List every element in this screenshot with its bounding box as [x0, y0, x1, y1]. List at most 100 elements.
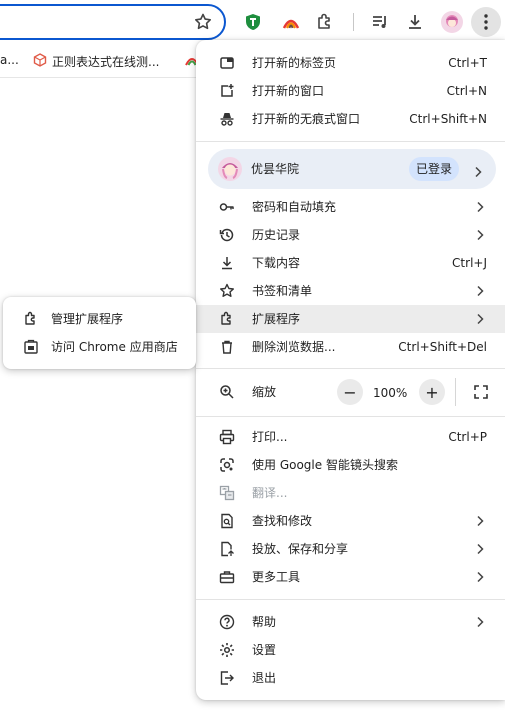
chevron-right-icon — [475, 313, 485, 325]
kebab-menu-icon[interactable] — [471, 7, 501, 37]
download-icon — [219, 255, 235, 271]
menu-divider — [196, 416, 505, 417]
menu-item-incognito[interactable]: 打开新的无痕式窗口 Ctrl+Shift+N — [196, 105, 505, 133]
lens-icon — [219, 457, 235, 473]
fullscreen-icon[interactable] — [468, 379, 494, 405]
bookmark-star-icon[interactable] — [191, 10, 215, 34]
menu-item-label: 更多工具 — [252, 570, 301, 584]
menu-item-label: 下载内容 — [252, 256, 301, 270]
chevron-right-icon — [473, 163, 483, 178]
bookmark-label: 正则表达式在线测... — [52, 55, 160, 69]
menu-item-label: 书签和清单 — [252, 284, 313, 298]
chevron-right-icon — [475, 616, 485, 628]
web-store-icon — [23, 339, 39, 355]
history-icon — [219, 227, 235, 243]
bookmark-item[interactable]: a... — [0, 53, 19, 67]
shortcut-label: Ctrl+Shift+Del — [398, 340, 487, 354]
bookmark-label: a... — [0, 53, 19, 67]
puzzle-icon — [219, 311, 235, 327]
help-icon — [219, 614, 235, 630]
chrome-menu: 打开新的标签页 Ctrl+T 打开新的窗口 Ctrl+N 打开新的无痕式窗口 C… — [196, 40, 505, 700]
menu-item-exit[interactable]: 退出 — [196, 664, 505, 692]
toolbox-icon — [219, 569, 235, 585]
printer-icon — [219, 429, 235, 445]
menu-item-help[interactable]: 帮助 — [196, 608, 505, 636]
submenu-item-manage-extensions[interactable]: 管理扩展程序 — [3, 305, 196, 333]
menu-item-label: 打开新的无痕式窗口 — [252, 112, 361, 126]
bookmark-favicon-icon — [33, 53, 47, 70]
shortcut-label: Ctrl+N — [446, 84, 487, 98]
chevron-right-icon — [475, 229, 485, 241]
share-page-icon — [219, 541, 235, 557]
find-page-icon — [219, 513, 235, 529]
submenu-item-chrome-web-store[interactable]: 访问 Chrome 应用商店 — [3, 333, 196, 361]
menu-item-history[interactable]: 历史记录 — [196, 221, 505, 249]
shortcut-label: Ctrl+J — [452, 256, 487, 270]
incognito-icon — [219, 111, 235, 127]
puzzle-icon — [23, 311, 39, 327]
menu-divider — [196, 599, 505, 600]
menu-item-label: 打开新的窗口 — [252, 84, 325, 98]
menu-item-print[interactable]: 打印... Ctrl+P — [196, 423, 505, 451]
menu-item-passwords[interactable]: 密码和自动填充 — [196, 193, 505, 221]
menu-item-new-window[interactable]: 打开新的窗口 Ctrl+N — [196, 77, 505, 105]
profile-avatar-icon[interactable] — [440, 10, 464, 34]
menu-item-google-lens[interactable]: 使用 Google 智能镜头搜索 — [196, 451, 505, 479]
zoom-separator — [455, 378, 456, 406]
menu-item-extensions[interactable]: 扩展程序 — [196, 305, 505, 333]
exit-icon — [219, 670, 235, 686]
shortcut-label: Ctrl+Shift+N — [409, 112, 487, 126]
menu-item-new-tab[interactable]: 打开新的标签页 Ctrl+T — [196, 49, 505, 77]
menu-divider — [196, 368, 505, 369]
menu-item-bookmarks[interactable]: 书签和清单 — [196, 277, 505, 305]
chevron-right-icon — [475, 201, 485, 213]
submenu-item-label: 访问 Chrome 应用商店 — [51, 340, 178, 354]
menu-item-clear-browsing-data[interactable]: 删除浏览数据... Ctrl+Shift+Del — [196, 333, 505, 361]
toolbar-separator — [353, 13, 354, 31]
browser-toolbar — [0, 0, 505, 44]
gear-icon — [219, 642, 235, 658]
menu-item-downloads[interactable]: 下载内容 Ctrl+J — [196, 249, 505, 277]
menu-item-label: 打印... — [252, 430, 288, 444]
new-window-icon — [219, 83, 235, 99]
chevron-right-icon — [475, 285, 485, 297]
rainbow-extension-icon[interactable] — [279, 10, 303, 34]
puzzle-extensions-icon[interactable] — [313, 10, 337, 34]
zoom-label: 缩放 — [252, 385, 277, 399]
menu-item-label: 使用 Google 智能镜头搜索 — [252, 458, 398, 472]
bookmark-item[interactable]: 正则表达式在线测... — [33, 53, 159, 70]
menu-item-label: 设置 — [252, 643, 277, 657]
menu-item-label: 翻译... — [252, 486, 288, 500]
menu-item-label: 删除浏览数据... — [252, 340, 336, 354]
star-icon — [219, 283, 235, 299]
menu-item-label: 投放、保存和分享 — [252, 542, 349, 556]
key-icon — [219, 199, 235, 215]
profile-name: 优昙华院 — [251, 162, 300, 176]
shortcut-label: Ctrl+T — [448, 56, 487, 70]
menu-item-label: 扩展程序 — [252, 312, 301, 326]
zoom-out-button[interactable]: − — [337, 379, 363, 405]
profile-row[interactable]: 优昙华院 已登录 — [208, 149, 496, 189]
menu-item-more-tools[interactable]: 更多工具 — [196, 563, 505, 591]
zoom-level: 100% — [373, 386, 408, 400]
menu-item-label: 历史记录 — [252, 228, 301, 242]
zoom-row: 缩放 − 100% + — [196, 377, 505, 407]
download-icon[interactable] — [403, 10, 427, 34]
green-shield-extension-icon[interactable] — [241, 10, 265, 34]
translate-icon — [219, 485, 235, 501]
menu-item-label: 密码和自动填充 — [252, 200, 337, 214]
menu-item-label: 打开新的标签页 — [252, 56, 337, 70]
menu-item-settings[interactable]: 设置 — [196, 636, 505, 664]
menu-item-cast-save-share[interactable]: 投放、保存和分享 — [196, 535, 505, 563]
chevron-right-icon — [475, 543, 485, 555]
menu-item-translate[interactable]: 翻译... — [196, 479, 505, 507]
chevron-right-icon — [475, 515, 485, 527]
menu-item-label: 帮助 — [252, 615, 277, 629]
menu-item-label: 查找和修改 — [252, 514, 313, 528]
zoom-in-button[interactable]: + — [419, 379, 445, 405]
submenu-item-label: 管理扩展程序 — [51, 312, 124, 326]
media-queue-icon[interactable] — [368, 10, 392, 34]
menu-divider — [196, 141, 505, 142]
menu-item-find-edit[interactable]: 查找和修改 — [196, 507, 505, 535]
chevron-right-icon — [475, 571, 485, 583]
